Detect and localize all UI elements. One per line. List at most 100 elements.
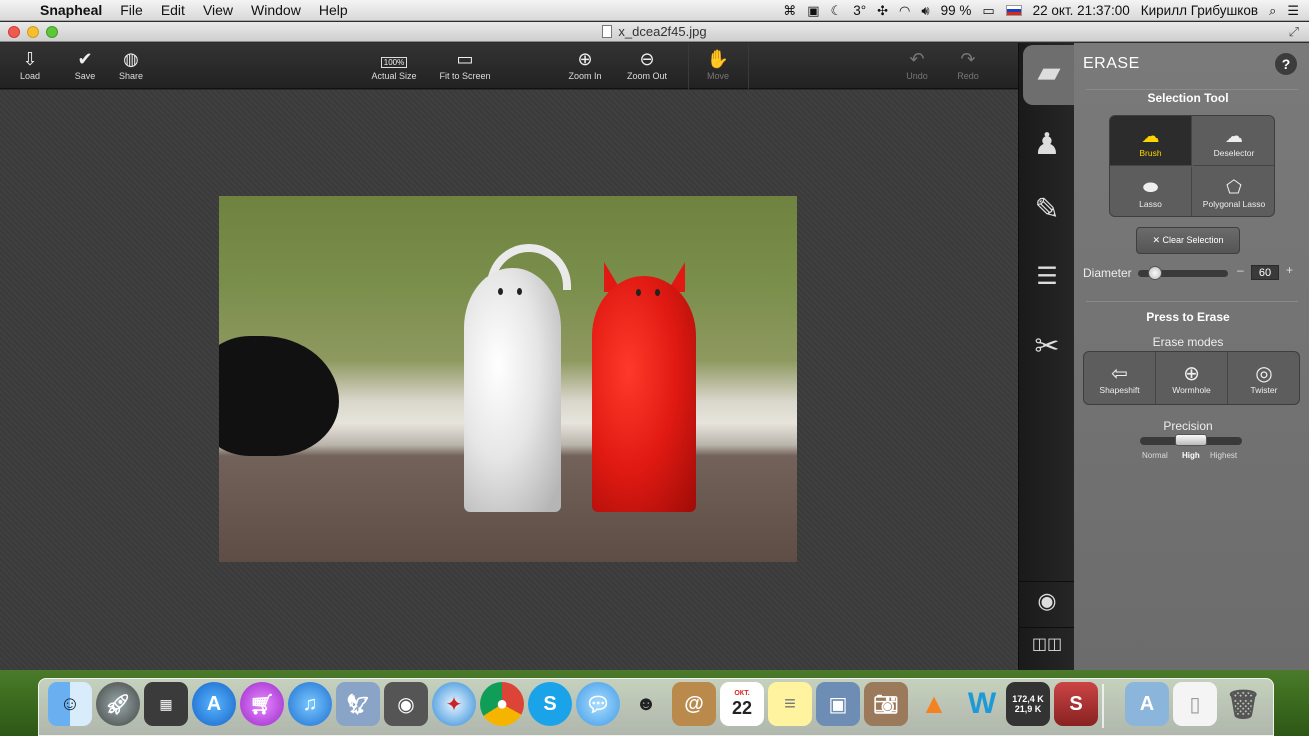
preview-app-icon[interactable]: 🦅︎ [336,682,380,726]
save-button[interactable]: ✔ Save [67,47,103,81]
temperature-readout[interactable]: 3° [853,3,866,18]
wifi-icon[interactable]: ◠ [899,3,910,19]
finder-icon[interactable]: ☺ [48,682,92,726]
word-icon[interactable]: W [960,682,1004,726]
moon-icon[interactable]: ☾ [831,3,843,19]
photo-booth-icon[interactable]: ▣ [816,682,860,726]
precision-normal-label[interactable]: Normal [1142,451,1168,460]
press-to-erase-heading[interactable]: Press to Erase [1074,310,1302,324]
fit-to-screen-button[interactable]: ▭ Fit to Screen [435,47,495,81]
volume-icon[interactable]: 🔊︎ [921,3,929,19]
share-label: Share [118,71,144,81]
mission-control-icon[interactable]: ▦ [144,682,188,726]
precision-label: Precision [1163,419,1213,433]
diameter-value-field[interactable]: 60 [1251,265,1279,280]
lasso-tool-button[interactable]: ⬬ Lasso [1110,167,1192,216]
image-canvas[interactable] [0,90,1018,670]
calendar-icon[interactable]: ОКТ. 22 [720,682,764,726]
battery-icon[interactable]: ▭ [982,3,994,19]
snapheal-icon[interactable]: S [1054,682,1098,726]
preview-button[interactable]: ◉ [1019,581,1075,625]
menu-view[interactable]: View [203,2,233,18]
diameter-increase-button[interactable]: + [1286,263,1293,277]
itunes-icon[interactable]: ♫ [288,682,332,726]
stickies-icon[interactable]: ≡ [768,682,812,726]
user-name[interactable]: Кирилл Грибушков [1141,3,1258,18]
divider [1086,89,1298,90]
command-key-icon[interactable]: ⌘ [783,3,796,19]
purchases-icon[interactable]: 🛒︎ [240,682,284,726]
document-stack-icon[interactable]: ▯ [1173,682,1217,726]
compare-view-button[interactable]: ◫◫ [1019,627,1075,667]
diameter-slider-knob[interactable] [1148,266,1162,280]
app-menu[interactable]: Snapheal [40,2,102,18]
clock[interactable]: 22 окт. 21:37:00 [1033,3,1130,18]
menu-bar: Snapheal File Edit View Window Help ⌘ ▣ … [0,0,1309,21]
photo-salt-pepper-shakers[interactable] [219,196,797,562]
precision-high-label[interactable]: High [1182,451,1200,460]
redo-button[interactable]: ↷ Redo [950,47,986,81]
image-capture-icon[interactable]: 📷︎ [864,682,908,726]
launchpad-icon[interactable]: 🚀︎ [96,682,140,726]
undo-button[interactable]: ↶ Undo [899,47,935,81]
network-upload-rate: 172,4 K [1012,694,1044,704]
menu-edit[interactable]: Edit [161,2,185,18]
brush-tool-button[interactable]: ☁ Brush [1110,116,1192,166]
twister-mode-button[interactable]: ◎ Twister [1228,352,1299,404]
app-store-icon[interactable]: A [192,682,236,726]
safari-icon[interactable]: ✦ [432,682,476,726]
applications-folder-icon[interactable]: A [1125,682,1169,726]
help-button[interactable]: ? [1275,53,1297,75]
polygonal-lasso-tool-button[interactable]: ⬠ Polygonal Lasso [1193,167,1274,216]
notification-center-icon[interactable]: ☰ [1287,3,1299,19]
deselector-label: Deselector [1213,148,1255,158]
skype-icon[interactable]: S [528,682,572,726]
globe-icon: ◍ [123,49,139,69]
load-button[interactable]: ⇩ Load [12,47,48,81]
eraser-icon: ▰ [1037,56,1061,89]
selection-tool-heading: Selection Tool [1147,91,1229,105]
adjust-tool-button[interactable]: ☰ [1019,248,1075,308]
contacts-icon[interactable]: @ [672,682,716,726]
bluetooth-icon[interactable]: ✣ [877,3,888,19]
wormhole-mode-button[interactable]: ⊕ Wormhole [1156,352,1228,404]
zoom-in-button[interactable]: ⊕ Zoom In [562,47,608,81]
trash-icon[interactable]: 🗑︎ [1221,682,1265,726]
toolbar: ⇩ Load ✔ Save ◍ Share 100% Actual Size ▭… [0,43,1018,89]
activity-monitor-icon[interactable]: ▣ [807,3,819,19]
share-button[interactable]: ◍ Share [113,47,149,81]
precision-slider-knob[interactable] [1175,434,1207,446]
twister-label: Twister [1250,385,1278,395]
diameter-decrease-button[interactable]: – [1237,263,1244,277]
spotlight-search-icon[interactable]: ⌕ [1269,3,1276,19]
menu-help[interactable]: Help [319,2,348,18]
precision-highest-label[interactable]: Highest [1210,451,1237,460]
vlc-icon[interactable]: ▲ [912,682,956,726]
fullscreen-icon[interactable]: ⤢ [1289,24,1299,40]
actual-size-button[interactable]: 100% Actual Size [368,47,420,81]
input-language-flag-icon[interactable] [1005,5,1022,16]
menu-file[interactable]: File [120,2,143,18]
deselector-tool-button[interactable]: ☁ Deselector [1193,116,1274,166]
menu-window[interactable]: Window [251,2,301,18]
network-meter-icon[interactable]: 172,4 K 21,9 K [1006,682,1050,726]
actual-size-label: Actual Size [371,71,417,81]
clear-selection-button[interactable]: ✕ Clear Selection [1136,227,1240,254]
compare-view-icon: ◫◫ [1031,636,1063,653]
erase-tool-button[interactable]: ▰ [1023,45,1075,105]
battery-percent[interactable]: 99 % [941,3,972,18]
agent-icon[interactable]: ☻ [624,682,668,726]
facetime-icon[interactable]: ◉ [384,682,428,726]
messages-icon[interactable]: 💬︎ [576,682,620,726]
zoom-out-button[interactable]: ⊖ Zoom Out [622,47,672,81]
actual-size-badge: 100% [380,57,408,68]
retouch-tool-button[interactable]: ✎ [1019,178,1075,238]
stamp-tool-button[interactable]: ♟ [1019,113,1075,173]
chrome-icon[interactable]: ● [480,682,524,726]
crop-scissors-icon: ✂ [1034,330,1060,363]
redo-label: Redo [957,71,979,81]
calendar-day: 22 [731,698,753,718]
move-button[interactable]: ✋ Move [700,47,736,81]
crop-tool-button[interactable]: ✂ [1019,315,1075,375]
shapeshift-mode-button[interactable]: ⇦ Shapeshift [1084,352,1156,404]
